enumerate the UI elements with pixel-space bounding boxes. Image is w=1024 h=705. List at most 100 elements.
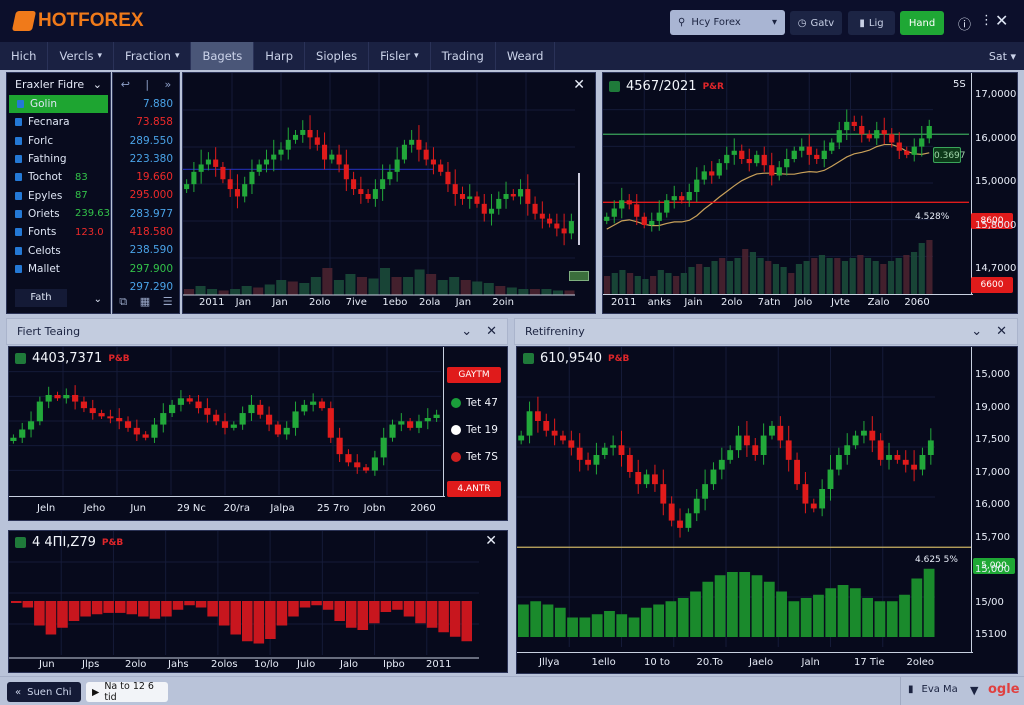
candle: [701, 171, 707, 180]
volume-bar: [276, 280, 287, 295]
x-axis-label: Jahs: [168, 659, 189, 670]
watchlist-item[interactable]: Mallet: [7, 260, 110, 278]
grid-icon[interactable]: ▦: [140, 295, 150, 309]
nav-item[interactable]: Bagets: [191, 42, 255, 70]
x-axis-label: 29 Nc: [177, 503, 206, 514]
volume-bar: [380, 268, 391, 295]
volume-bar: [788, 273, 795, 294]
more-icon[interactable]: ⋮: [980, 13, 993, 28]
user-menu[interactable]: ▮ Eva Ma: [908, 684, 958, 695]
x-axis-label: 7ive: [345, 297, 367, 308]
nav-settings[interactable]: Sat ▾: [989, 50, 1016, 63]
legend-dot-icon: [451, 425, 461, 435]
candle: [894, 455, 901, 460]
back-icon[interactable]: ↩: [121, 78, 130, 91]
histogram-bar: [34, 601, 45, 626]
chart-tag: P&B: [108, 353, 130, 364]
candle: [626, 200, 632, 205]
candle: [19, 429, 26, 438]
nav-item[interactable]: Harp: [254, 42, 306, 70]
nav-item[interactable]: Trading: [431, 42, 496, 70]
nav-item[interactable]: Vercls ▾: [48, 42, 115, 70]
watchlist-item[interactable]: Fecnara: [7, 113, 110, 131]
search-input[interactable]: ⚲ Hcy Forex ▾: [670, 10, 785, 35]
candle: [389, 424, 396, 438]
candle: [752, 445, 759, 455]
y-axis-label: 15,0000: [975, 176, 1017, 187]
candle: [445, 171, 451, 185]
candle: [641, 216, 647, 225]
nav-item-label: Vercls: [59, 49, 94, 63]
candle: [345, 454, 352, 463]
volume-bar: [696, 264, 703, 294]
close-icon[interactable]: ✕: [485, 533, 497, 549]
volume-bar: [688, 267, 695, 294]
chart-histogram[interactable]: 4 4ΠΙ,Ζ79 P&B ✕ Jun Jlps 2olo Jahs 2olos 1o/lo…: [8, 530, 508, 673]
x-axis-label: anks: [647, 297, 672, 308]
candle: [525, 189, 531, 204]
nav-item[interactable]: Fraction ▾: [114, 42, 192, 70]
nav-item[interactable]: Weard: [496, 42, 556, 70]
candle: [861, 430, 867, 436]
close-icon[interactable]: ✕: [995, 11, 1008, 30]
watchlist-item[interactable]: Tochot 83: [7, 168, 110, 186]
hand-button[interactable]: Hand: [900, 11, 944, 35]
x-axis-label: Jeln: [37, 503, 56, 514]
chart-button[interactable]: « Suen Chi: [7, 682, 81, 702]
x-axis-label: Jaelo: [749, 657, 774, 668]
minimize-icon[interactable]: ⌄: [461, 324, 472, 339]
candle: [561, 228, 567, 234]
info-icon[interactable]: ⓘ: [958, 14, 971, 33]
chevron-down-icon[interactable]: ⌄: [94, 294, 102, 305]
watchlist-item[interactable]: Celots: [7, 241, 110, 259]
volume-bar: [506, 287, 517, 295]
x-axis-label: Jan: [272, 297, 288, 308]
chart-main[interactable]: ✕ 2011 Jan Jan 2olo 7ive 1ebo 2ola Jan 2oin: [182, 72, 596, 314]
expand-icon[interactable]: »: [165, 78, 172, 91]
watchlist-header[interactable]: Eraxler Fidre ⌄: [7, 73, 110, 95]
candle: [829, 142, 835, 151]
nav-item[interactable]: Sioples: [305, 42, 370, 70]
copy-icon[interactable]: ⧉: [119, 295, 127, 309]
chart-middle-left[interactable]: 4403,7371 P&B GAYTM 4.ANTR Tet 47 Tet 19 Te…: [8, 346, 508, 521]
chart-right[interactable]: 610,9540 P&B 4.625 5% 5,000 15,000 19,000 1…: [516, 346, 1018, 674]
candle: [424, 418, 431, 422]
filter-icon[interactable]: ▼: [970, 684, 978, 697]
nav-item[interactable]: Hich: [0, 42, 49, 70]
candle: [874, 130, 880, 139]
candle: [560, 435, 566, 441]
watchlist-item[interactable]: Fonts 123.0: [7, 223, 110, 241]
candle: [205, 159, 211, 165]
watchlist-item[interactable]: Oriets 239.63: [7, 205, 110, 223]
zoom-slider[interactable]: [578, 173, 580, 245]
candle: [576, 447, 583, 460]
x-axis-label: 2060: [904, 297, 930, 308]
watchlist-item[interactable]: Fathing: [7, 150, 110, 168]
candle: [709, 171, 715, 176]
item-label: Celots: [28, 244, 61, 257]
volume-bar: [818, 255, 826, 294]
x-axis-label: Jan: [235, 297, 252, 308]
filter-field[interactable]: Fath: [15, 289, 67, 307]
histogram-bar: [322, 601, 334, 610]
watchlist-item[interactable]: Golin: [9, 95, 108, 114]
chevron-down-icon: ⌄: [92, 77, 102, 91]
watchlist-item[interactable]: Forlc: [7, 132, 110, 150]
play-button[interactable]: ▶ Na to 12 6 tid: [86, 681, 168, 703]
login-button[interactable]: ▮ Lig: [848, 11, 895, 35]
close-icon[interactable]: ✕: [573, 77, 585, 93]
candle: [186, 398, 193, 402]
close-icon[interactable]: ✕: [486, 324, 497, 339]
close-icon[interactable]: ✕: [996, 324, 1007, 339]
watchlist-item[interactable]: Epyles 87: [7, 186, 110, 204]
chart-title: 4567/2021 P&R: [609, 79, 724, 94]
chart-top-right[interactable]: 4567/2021 P&R 5S 0.3697 4.528% 8600 6600 …: [602, 72, 1018, 314]
chevron-down-icon: ▾: [97, 51, 103, 61]
watchlist-title: Eraxler Fidre: [15, 77, 85, 91]
minimize-icon[interactable]: ⌄: [971, 324, 982, 339]
nav-item[interactable]: Fisler ▾: [369, 42, 431, 70]
candle: [322, 144, 328, 160]
candle: [585, 459, 591, 465]
gatv-button[interactable]: ◷ Gatv: [790, 11, 842, 35]
menu-icon[interactable]: ☰: [163, 295, 173, 309]
